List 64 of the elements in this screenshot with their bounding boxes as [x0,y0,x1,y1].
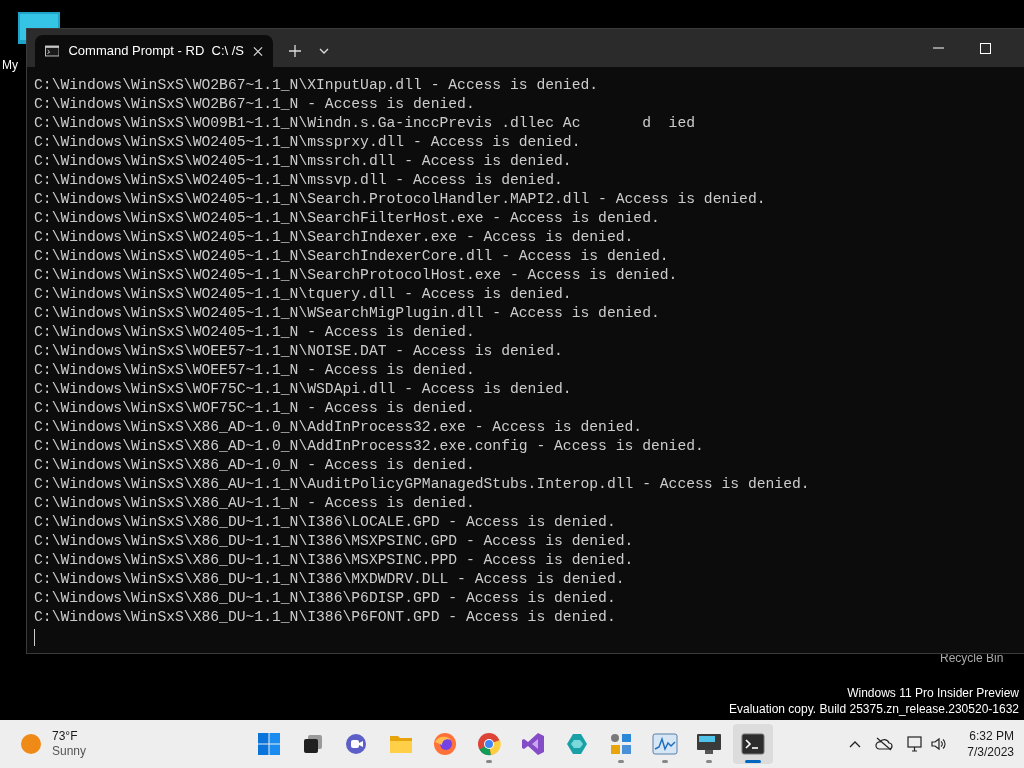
console-icon [45,45,60,57]
terminal-line: C:\Windows\WinSxS\WOF75C~1.1_N\WSDApi.dll - Access is denied. [34,380,573,399]
terminal-line: C:\Windows\WinSxS\WO09B1~1.1_N\Windn.s.Ga-inccPrevis .dllec Ac d ied [34,114,697,133]
text-cursor [34,629,35,646]
terminal-line: C:\Windows\WinSxS\WO2405~1.1_N\mssrch.dll - Access is denied. [34,152,573,171]
terminal-line: C:\Windows\WinSxS\WO2405~1.1_N\SearchFilterHost.exe - Access is denied. [34,209,661,228]
clock-date: 7/3/2023 [967,744,1014,760]
hexagon-logo-icon [565,732,589,756]
terminal-line: C:\Windows\WinSxS\WO2405~1.1_N\SearchIndexerCore.dll - Access is denied. [34,247,670,266]
terminal-line: C:\Windows\WinSxS\WO2405~1.1_N\tquery.dll - Access is denied. [34,285,573,304]
tab[interactable]: Command Prompt - RD C:\ /S [35,35,273,67]
desktop-icon-label[interactable]: My [2,56,18,74]
maximize-icon[interactable] [980,42,991,54]
terminal-line: C:\Windows\WinSxS\X86_AD~1.0_N\AddInProcess32.exe - Access is denied. [34,418,644,437]
video-chat-icon [345,732,369,756]
terminal-line: C:\Windows\WinSxS\X86_DU~1.1_N\I386\LOCALE.GPD - Access is denied. [34,513,617,532]
terminal-line: C:\Windows\WinSxS\WO2405~1.1_N - Access is denied. [34,323,476,342]
terminal-line: C:\Windows\WinSxS\X86_AU~1.1_N\AuditPolicyGPManagedStubs.Interop.dll - Access is denied. [34,475,811,494]
network-icon[interactable] [907,736,924,752]
terminal-line: C:\Windows\WinSxS\X86_AD~1.0_N - Access is denied. [34,456,476,475]
app-tiles-icon [609,732,633,756]
task-view-icon [302,733,324,755]
terminal-line: C:\Windows\WinSxS\X86_DU~1.1_N\I386\P6DISP.GPD - Access is denied. [34,589,617,608]
remote-desktop-icon [696,733,722,755]
chrome-icon [477,732,501,756]
tab-title: Command Prompt - RD C:\ /S [68,42,245,61]
temperature: 73°F [52,729,79,744]
terminal-icon [741,733,765,755]
terminal-line: C:\Windows\WinSxS\WO2405~1.1_N\SearchProtocolHost.exe - Access is denied. [34,266,679,285]
close-icon[interactable] [253,45,263,57]
taskbar-button[interactable] [733,724,773,764]
weather-condition: Sunny [52,744,87,759]
chevron-down-icon[interactable] [319,48,329,54]
speaker-icon[interactable] [931,737,948,751]
plus-icon[interactable] [289,45,301,57]
firefox-icon [433,732,457,756]
terminal-line: C:\Windows\WinSxS\WO2B67~1.1_N\XInputUap.dll - Access is denied. [34,76,600,95]
terminal-line: C:\Windows\WinSxS\X86_DU~1.1_N\I386\MXDWDRV.DLL - Access is denied. [34,570,626,589]
terminal-line: C:\Windows\WinSxS\X86_DU~1.1_N\I386\MSXPSINC.GPD - Access is denied. [34,532,635,551]
folder-icon [389,733,413,755]
infinity-logo-icon [521,732,545,756]
terminal-line: C:\Windows\WinSxS\WO2405~1.1_N\mssprxy.dll - Access is denied. [34,133,582,152]
clock[interactable]: 6:32 PM 7/3/2023 [961,728,1014,760]
terminal-line: C:\Windows\WinSxS\X86_DU~1.1_N\I386\P6FONT.GPD - Access is denied. [34,608,617,627]
terminal-line: C:\Windows\WinSxS\X86_AD~1.0_N\AddInProcess32.exe.config - Access is denied. [34,437,705,456]
terminal-line: C:\Windows\WinSxS\WO2405~1.1_N\Search.ProtocolHandler.MAPI2.dll - Access is denied. [34,190,767,209]
performance-graph-icon [652,733,678,755]
watermark-text: Windows 11 Pro Insider Preview [847,685,1019,701]
terminal-line: C:\Windows\WinSxS\WOEE57~1.1_N - Access is denied. [34,361,476,380]
chevron-up-icon[interactable] [849,740,862,748]
terminal-line: C:\Windows\WinSxS\WOF75C~1.1_N - Access is denied. [34,399,476,418]
cloud-off-icon[interactable] [875,737,894,751]
terminal-line: C:\Windows\WinSxS\WOEE57~1.1_N\NOISE.DAT - Access is denied. [34,342,564,361]
windows-logo-icon [257,732,281,756]
terminal-line: C:\Windows\WinSxS\WO2405~1.1_N\mssvp.dll - Access is denied. [34,171,564,190]
terminal-line: C:\Windows\WinSxS\WO2B67~1.1_N - Access is denied. [34,95,476,114]
clock-time: 6:32 PM [969,728,1014,744]
terminal-line: C:\Windows\WinSxS\WO2405~1.1_N\SearchIndexer.exe - Access is denied. [34,228,635,247]
weather-widget[interactable]: 73°F Sunny [0,729,240,759]
watermark-text: Evaluation copy. Build 25375.zn_release.230520-1632 [729,701,1019,717]
terminal-line: C:\Windows\WinSxS\WO2405~1.1_N\WSearchMigPlugin.dll - Access is denied. [34,304,661,323]
terminal-line: C:\Windows\WinSxS\X86_AU~1.1_N - Access is denied. [34,494,476,513]
sun-icon [20,733,42,755]
terminal-line: C:\Windows\WinSxS\X86_DU~1.1_N\I386\MSXPSINC.PPD - Access is denied. [34,551,635,570]
